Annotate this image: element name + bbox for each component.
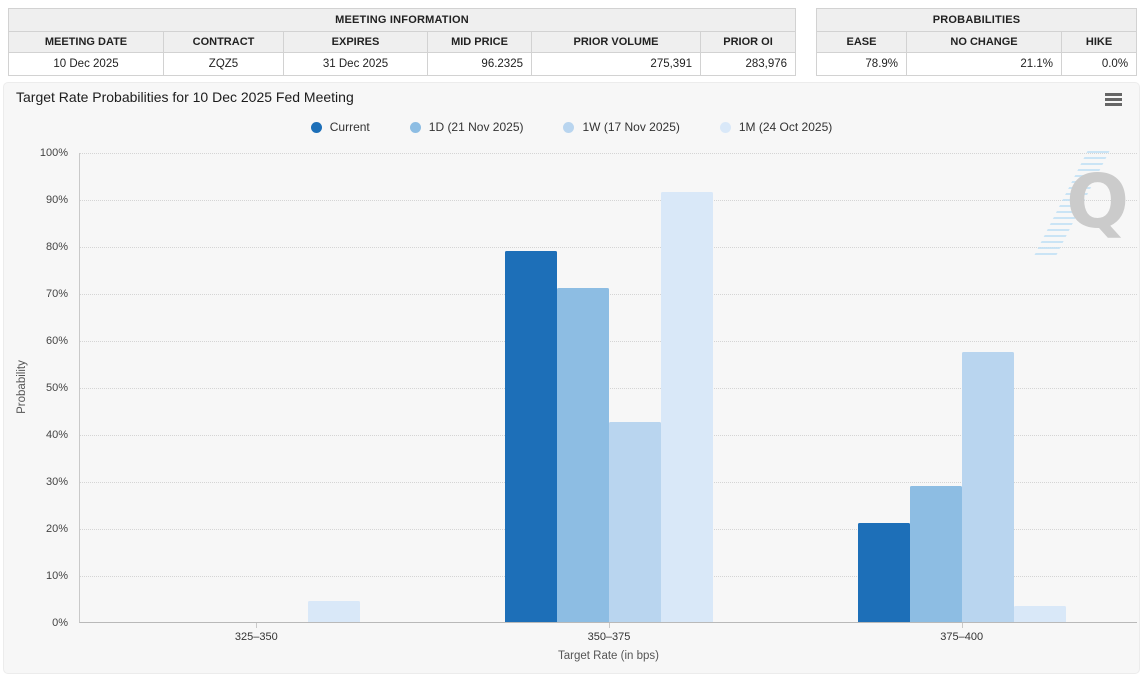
col-header-meeting-date: MEETING DATE: [8, 31, 164, 53]
legend-dot-icon: [409, 121, 421, 133]
legend-label: Current: [329, 120, 370, 134]
table-row: 78.9% 21.1% 0.0%: [816, 52, 1138, 76]
col-header-hike: HIKE: [1061, 31, 1138, 53]
y-tick-label: 30%: [45, 476, 68, 488]
x-tick: [609, 623, 610, 628]
probabilities-title: PROBABILITIES: [816, 8, 1138, 32]
plot-area: Target Rate (in bps) 325–350 350–375 375–4…: [79, 153, 1137, 662]
y-tick-label: 0%: [52, 617, 68, 629]
hamburger-bar: [1105, 93, 1122, 96]
expires-value: 31 Dec 2025: [283, 52, 428, 76]
legend-dot-icon: [719, 121, 731, 133]
y-tick-label: 20%: [45, 523, 68, 535]
meeting-date-value: 10 Dec 2025: [8, 52, 164, 76]
legend-item-1w[interactable]: 1W (17 Nov 2025): [563, 120, 680, 134]
x-tick: [256, 623, 258, 628]
col-header-no-change: NO CHANGE: [906, 31, 1063, 53]
hamburger-icon[interactable]: [1105, 93, 1122, 106]
no-change-value: 21.1%: [906, 52, 1063, 76]
legend-item-1d[interactable]: 1D (21 Nov 2025): [409, 120, 524, 134]
x-category-label: 325–350: [234, 631, 278, 643]
legend-dot-icon: [563, 121, 575, 133]
bar-375-400-s3[interactable]: [1013, 605, 1066, 622]
bar-350-375-s2[interactable]: [609, 422, 661, 622]
chart-legend: Current 1D (21 Nov 2025) 1W (17 Nov 2025) 1…: [4, 120, 1139, 134]
prior-oi-value: 283,976: [699, 52, 797, 76]
bar-375-400-s2[interactable]: [961, 351, 1014, 622]
gridline: [80, 247, 1137, 248]
y-tick-label: 60%: [45, 335, 68, 347]
x-tick: [961, 623, 963, 628]
fedwatch-chart-panel: Target Rate Probabilities for 10 Dec 202…: [3, 82, 1140, 674]
bar-350-375-s3[interactable]: [661, 191, 713, 622]
legend-label: 1W (17 Nov 2025): [582, 120, 680, 134]
bar-350-375-s1[interactable]: [557, 288, 609, 622]
col-header-contract: CONTRACT: [163, 31, 284, 53]
y-tick-label: 50%: [45, 382, 68, 394]
bar-350-375-s0[interactable]: [505, 250, 557, 622]
y-tick-label: 100%: [39, 147, 68, 159]
y-tick-label: 10%: [45, 570, 68, 582]
y-tick-label: 40%: [45, 429, 68, 441]
chart-title: Target Rate Probabilities for 10 Dec 202…: [16, 89, 354, 105]
x-category-label: 375–400: [940, 631, 984, 643]
top-tables-row: MEETING INFORMATION MEETING DATE CONTRAC…: [0, 0, 1143, 76]
contract-value: ZQZ5: [163, 52, 284, 76]
gridline: [80, 153, 1137, 154]
gridline: [80, 200, 1137, 201]
legend-label: 1D (21 Nov 2025): [428, 120, 524, 134]
hike-value: 0.0%: [1061, 52, 1138, 76]
legend-item-current[interactable]: Current: [310, 120, 370, 134]
y-axis-title: Probability: [16, 360, 28, 414]
col-header-prior-volume: PRIOR VOLUME: [531, 31, 701, 53]
col-header-ease: EASE: [816, 31, 908, 53]
prior-volume-value: 275,391: [531, 52, 701, 76]
bar-375-400-s1[interactable]: [909, 485, 962, 622]
ease-value: 78.9%: [816, 52, 908, 76]
x-category-label: 350–375: [587, 631, 631, 643]
hamburger-bar: [1105, 98, 1122, 101]
mid-price-value: 96.2325: [427, 52, 532, 76]
table-row: 10 Dec 2025 ZQZ5 31 Dec 2025 96.2325 275…: [8, 52, 797, 76]
y-tick-label: 70%: [45, 288, 68, 300]
legend-label: 1M (24 Oct 2025): [738, 120, 833, 134]
meeting-info-title: MEETING INFORMATION: [7, 8, 797, 32]
y-tick-label: 80%: [45, 241, 68, 253]
legend-dot-icon: [310, 121, 322, 133]
meeting-info-table: MEETING INFORMATION MEETING DATE CONTRAC…: [7, 8, 797, 76]
col-header-mid-price: MID PRICE: [427, 31, 532, 53]
y-tick-label: 90%: [45, 194, 68, 206]
hamburger-bar: [1105, 103, 1122, 106]
legend-item-1m[interactable]: 1M (24 Oct 2025): [719, 120, 833, 134]
probabilities-table: PROBABILITIES EASE NO CHANGE HIKE 78.9% …: [816, 8, 1138, 76]
col-header-prior-oi: PRIOR OI: [699, 31, 797, 53]
col-header-expires: EXPIRES: [283, 31, 428, 53]
x-axis-title: Target Rate (in bps): [558, 650, 659, 662]
bar-375-400-s0[interactable]: [857, 523, 910, 622]
bar-325-350-s3[interactable]: [308, 600, 361, 622]
